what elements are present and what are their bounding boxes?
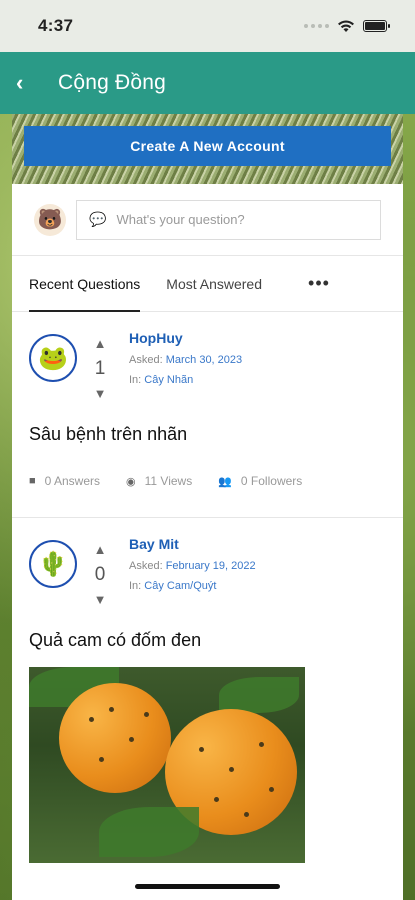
spot — [229, 767, 234, 772]
in-label: In: — [129, 374, 142, 386]
spot — [144, 712, 149, 717]
asked-date-link[interactable]: February 19, 2022 — [166, 560, 256, 572]
spot — [99, 757, 104, 762]
spot — [269, 787, 274, 792]
question-card[interactable]: 🐸 ▲ 1 ▼ HopHuy Asked: March 30, 2023 In:… — [12, 312, 403, 518]
chat-bubble-icon: 💬 — [89, 211, 107, 227]
vote-count: 0 — [94, 564, 106, 585]
signal-icon — [304, 24, 329, 28]
home-indicator[interactable] — [135, 884, 280, 889]
leaf-shape — [219, 677, 299, 713]
chevron-left-icon[interactable]: ‹ — [16, 70, 46, 96]
spot — [89, 717, 94, 722]
avatar[interactable]: 🌵 — [29, 540, 77, 588]
category-line: In: Cây Nhãn — [129, 374, 242, 386]
avatar[interactable]: 🐸 — [29, 334, 77, 382]
leaf-shape — [99, 807, 199, 857]
spot — [199, 747, 204, 752]
tab-bar: Recent Questions Most Answered ••• — [12, 256, 403, 312]
vote-control: ▲ 0 ▼ — [81, 542, 119, 608]
asked-line: Asked: March 30, 2023 — [129, 354, 242, 366]
question-stats: ■ 0 Answers ◉ 11 Views 👥 0 Followers — [29, 445, 386, 517]
category-line: In: Cây Cam/Quýt — [129, 580, 256, 592]
vote-count: 1 — [94, 358, 106, 379]
battery-icon — [363, 20, 390, 32]
users-icon: 👥 — [218, 475, 232, 488]
category-link[interactable]: Cây Nhãn — [144, 374, 193, 386]
asked-date-link[interactable]: March 30, 2023 — [166, 354, 242, 366]
main-content[interactable]: Create A New Account 🐻 💬 What's your que… — [12, 114, 403, 900]
app-header: ‹ Cộng Đồng — [0, 52, 415, 114]
vote-down-icon[interactable]: ▼ — [94, 386, 107, 402]
vote-control: ▲ 1 ▼ — [81, 336, 119, 402]
vote-up-icon[interactable]: ▲ — [94, 336, 107, 352]
status-time: 4:37 — [38, 16, 74, 35]
orange-fruit — [59, 683, 171, 793]
asked-label: Asked: — [129, 354, 163, 366]
spot — [214, 797, 219, 802]
author-link[interactable]: HopHuy — [129, 330, 242, 346]
spot — [129, 737, 134, 742]
wifi-icon — [338, 19, 354, 32]
author-link[interactable]: Bay Mit — [129, 536, 256, 552]
answers-count: 0 Answers — [44, 474, 101, 488]
in-label: In: — [129, 580, 142, 592]
vote-up-icon[interactable]: ▲ — [94, 542, 107, 558]
question-meta: Bay Mit Asked: February 19, 2022 In: Cây… — [129, 536, 256, 592]
vote-down-icon[interactable]: ▼ — [94, 592, 107, 608]
spot — [244, 812, 249, 817]
comment-icon: ■ — [29, 475, 36, 487]
question-image[interactable] — [29, 667, 305, 863]
spot — [259, 742, 264, 747]
status-icons — [304, 19, 390, 33]
category-link[interactable]: Cây Cam/Quýt — [144, 580, 216, 592]
banner: Create A New Account — [12, 114, 403, 184]
question-title[interactable]: Sâu bệnh trên nhãn — [29, 424, 386, 445]
asked-label: Asked: — [129, 560, 163, 572]
question-card[interactable]: 🌵 ▲ 0 ▼ Bay Mit Asked: February 19, 2022… — [12, 518, 403, 863]
more-options-icon[interactable]: ••• — [308, 256, 330, 311]
avatar[interactable]: 🐻 — [34, 203, 66, 236]
question-input[interactable]: 💬 What's your question? — [76, 199, 381, 240]
question-meta: HopHuy Asked: March 30, 2023 In: Cây Nhã… — [129, 330, 242, 386]
tab-most-answered[interactable]: Most Answered — [166, 256, 262, 311]
spot — [109, 707, 114, 712]
tab-recent-questions[interactable]: Recent Questions — [29, 256, 141, 312]
ask-question-row: 🐻 💬 What's your question? — [12, 184, 403, 256]
views-count: 11 Views — [144, 474, 193, 488]
status-bar: 4:37 — [0, 0, 415, 52]
eye-icon: ◉ — [126, 475, 136, 488]
question-title[interactable]: Quả cam có đốm đen — [29, 630, 386, 651]
views-stat: ◉ 11 Views — [126, 474, 192, 488]
answers-stat[interactable]: ■ 0 Answers — [29, 474, 100, 488]
asked-line: Asked: February 19, 2022 — [129, 560, 256, 572]
page-title: Cộng Đồng — [58, 71, 167, 94]
create-account-button[interactable]: Create A New Account — [24, 126, 391, 166]
followers-stat[interactable]: 👥 0 Followers — [218, 474, 302, 488]
question-placeholder: What's your question? — [116, 212, 245, 227]
followers-count: 0 Followers — [240, 474, 303, 488]
